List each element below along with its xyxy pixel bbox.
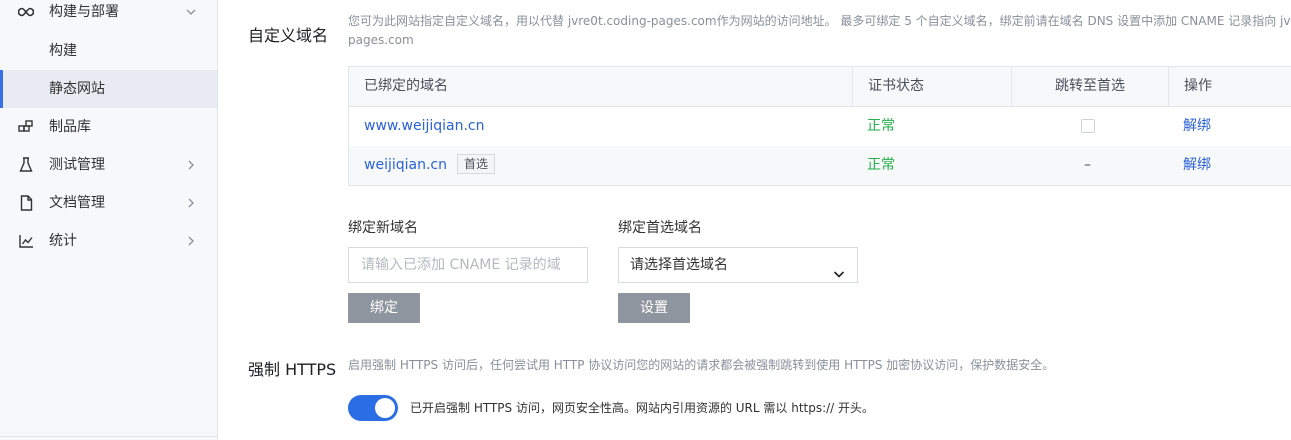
table-row: www.weijiqian.cn 正常 解绑 (349, 107, 1291, 146)
sidebar-item-test-management[interactable]: 测试管理 (0, 146, 217, 184)
chevron-down-icon (833, 259, 845, 278)
column-header-redirect: 跳转至首选 (1011, 67, 1168, 106)
domain-table: 已绑定的域名 证书状态 跳转至首选 操作 www.weijiqian.cn 正常… (348, 66, 1291, 186)
chevron-right-icon (185, 235, 197, 247)
redirect-checkbox[interactable] (1081, 119, 1095, 133)
bind-preferred-domain-label: 绑定首选域名 (618, 220, 702, 236)
document-icon (18, 195, 34, 211)
column-header-domain: 已绑定的域名 (364, 78, 448, 94)
sidebar-item-static-site[interactable]: 静态网站 (0, 70, 217, 108)
new-domain-input[interactable] (348, 247, 588, 283)
sidebar: 构建与部署 构建 静态网站 制品库 测试管理 文档管理 统计 (0, 0, 218, 440)
cert-status: 正常 (867, 118, 895, 134)
package-icon (18, 119, 34, 135)
unbind-link[interactable]: 解绑 (1183, 107, 1211, 146)
preferred-domain-select[interactable]: 请选择首选域名 (618, 247, 858, 283)
domain-link[interactable]: www.weijiqian.cn (364, 107, 485, 146)
table-header: 已绑定的域名 证书状态 跳转至首选 操作 (349, 67, 1291, 107)
column-header-cert-status: 证书状态 (852, 67, 1011, 106)
cert-status: 正常 (867, 157, 895, 173)
toggle-knob (375, 398, 395, 418)
sidebar-item-artifacts[interactable]: 制品库 (0, 108, 217, 146)
divider (0, 436, 217, 437)
force-https-status-text: 已开启强制 HTTPS 访问，网页安全性高。网站内引用资源的 URL 需以 ht… (410, 401, 875, 415)
force-https-title: 强制 HTTPS (248, 360, 337, 379)
unbind-link[interactable]: 解绑 (1183, 146, 1211, 185)
custom-domain-description-cont: pages.com (348, 33, 414, 47)
active-indicator (0, 70, 3, 108)
select-value: 请选择首选域名 (630, 257, 728, 273)
infinity-icon (18, 4, 34, 20)
chevron-down-icon (185, 6, 197, 18)
sidebar-item-label: 构建 (49, 43, 77, 59)
force-https-description: 启用强制 HTTPS 访问后，任何尝试用 HTTP 协议访问您的网站的请求都会被… (348, 358, 1055, 372)
custom-domain-description: 您可为此网站指定自定义域名，用以代替 jvre0t.coding-pages.c… (348, 14, 1291, 28)
sidebar-item-label: 文档管理 (49, 195, 105, 211)
sidebar-item-label: 静态网站 (49, 81, 105, 97)
sidebar-item-label: 制品库 (49, 119, 91, 135)
domain-link[interactable]: weijiqian.cn (364, 157, 447, 173)
sidebar-item-statistics[interactable]: 统计 (0, 222, 217, 260)
chevron-right-icon (185, 159, 197, 171)
sidebar-item-build-deploy[interactable]: 构建与部署 (0, 0, 217, 31)
sidebar-item-label: 构建与部署 (49, 4, 119, 20)
sidebar-item-build[interactable]: 构建 (0, 32, 217, 70)
set-preferred-button[interactable]: 设置 (618, 293, 690, 323)
force-https-toggle[interactable] (348, 395, 398, 421)
chevron-right-icon (185, 197, 197, 209)
sidebar-item-doc-management[interactable]: 文档管理 (0, 184, 217, 222)
chart-icon (18, 233, 34, 249)
bind-new-domain-label: 绑定新域名 (348, 220, 418, 236)
custom-domain-title: 自定义域名 (248, 26, 329, 45)
preferred-badge: 首选 (456, 154, 495, 174)
column-header-actions: 操作 (1168, 67, 1291, 106)
domain-cell: weijiqian.cn 首选 (364, 146, 495, 185)
redirect-placeholder: – (1084, 157, 1091, 173)
sidebar-item-label: 统计 (49, 233, 77, 249)
sidebar-item-label: 测试管理 (49, 157, 105, 173)
table-row: weijiqian.cn 首选 正常 – 解绑 (349, 146, 1291, 185)
flask-icon (18, 157, 34, 173)
bind-button[interactable]: 绑定 (348, 293, 420, 323)
